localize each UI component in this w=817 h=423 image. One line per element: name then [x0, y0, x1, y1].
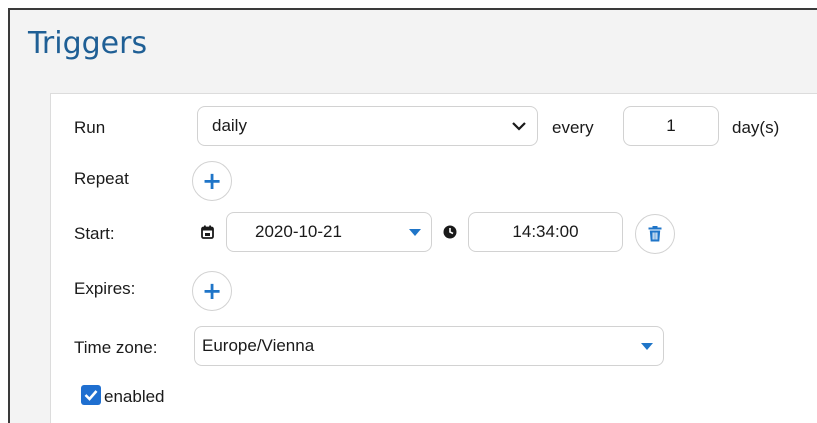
repeat-label: Repeat: [74, 169, 129, 188]
header: Triggers: [10, 10, 817, 76]
run-label: Run: [74, 118, 106, 137]
chevron-down-icon: [512, 122, 526, 131]
timezone-label: Time zone:: [74, 338, 158, 357]
run-frequency-value: daily: [212, 116, 247, 135]
unit-label: day(s): [732, 118, 780, 137]
expires-label: Expires:: [74, 279, 136, 298]
start-time-value: 14:34:00: [512, 222, 579, 241]
dropdown-arrow-icon: [409, 229, 421, 236]
add-repeat-button[interactable]: +: [192, 161, 232, 201]
checkmark-icon: [84, 390, 98, 401]
trash-icon: [648, 226, 662, 242]
start-label: Start:: [74, 224, 115, 243]
enabled-checkbox[interactable]: [81, 385, 101, 405]
start-date-value: 2020-10-21: [255, 222, 342, 241]
plus-icon: +: [201, 277, 223, 305]
calendar-icon: [201, 225, 214, 239]
delete-start-button[interactable]: [635, 214, 675, 254]
run-frequency-select[interactable]: daily: [197, 106, 538, 146]
interval-input[interactable]: 1: [623, 106, 719, 146]
add-expiration-button[interactable]: +: [192, 271, 232, 311]
trigger-form: Run daily every 1 day(s) Repeat + Start:: [50, 93, 817, 423]
interval-value: 1: [666, 116, 676, 135]
start-time-input[interactable]: 14:34:00: [468, 212, 623, 252]
triggers-window: Triggers Run daily every 1 day(s) Repeat…: [8, 8, 817, 423]
page-title: Triggers: [28, 26, 148, 61]
start-date-picker[interactable]: 2020-10-21: [226, 212, 432, 252]
timezone-select[interactable]: Europe/Vienna: [194, 326, 664, 366]
timezone-value: Europe/Vienna: [202, 336, 315, 355]
every-label: every: [552, 118, 594, 137]
enabled-label[interactable]: enabled: [104, 387, 165, 407]
triggers-panel: Run daily every 1 day(s) Repeat + Start:: [10, 76, 817, 423]
clock-icon: [443, 225, 457, 239]
dropdown-arrow-icon: [641, 343, 653, 350]
plus-icon: +: [201, 167, 223, 195]
